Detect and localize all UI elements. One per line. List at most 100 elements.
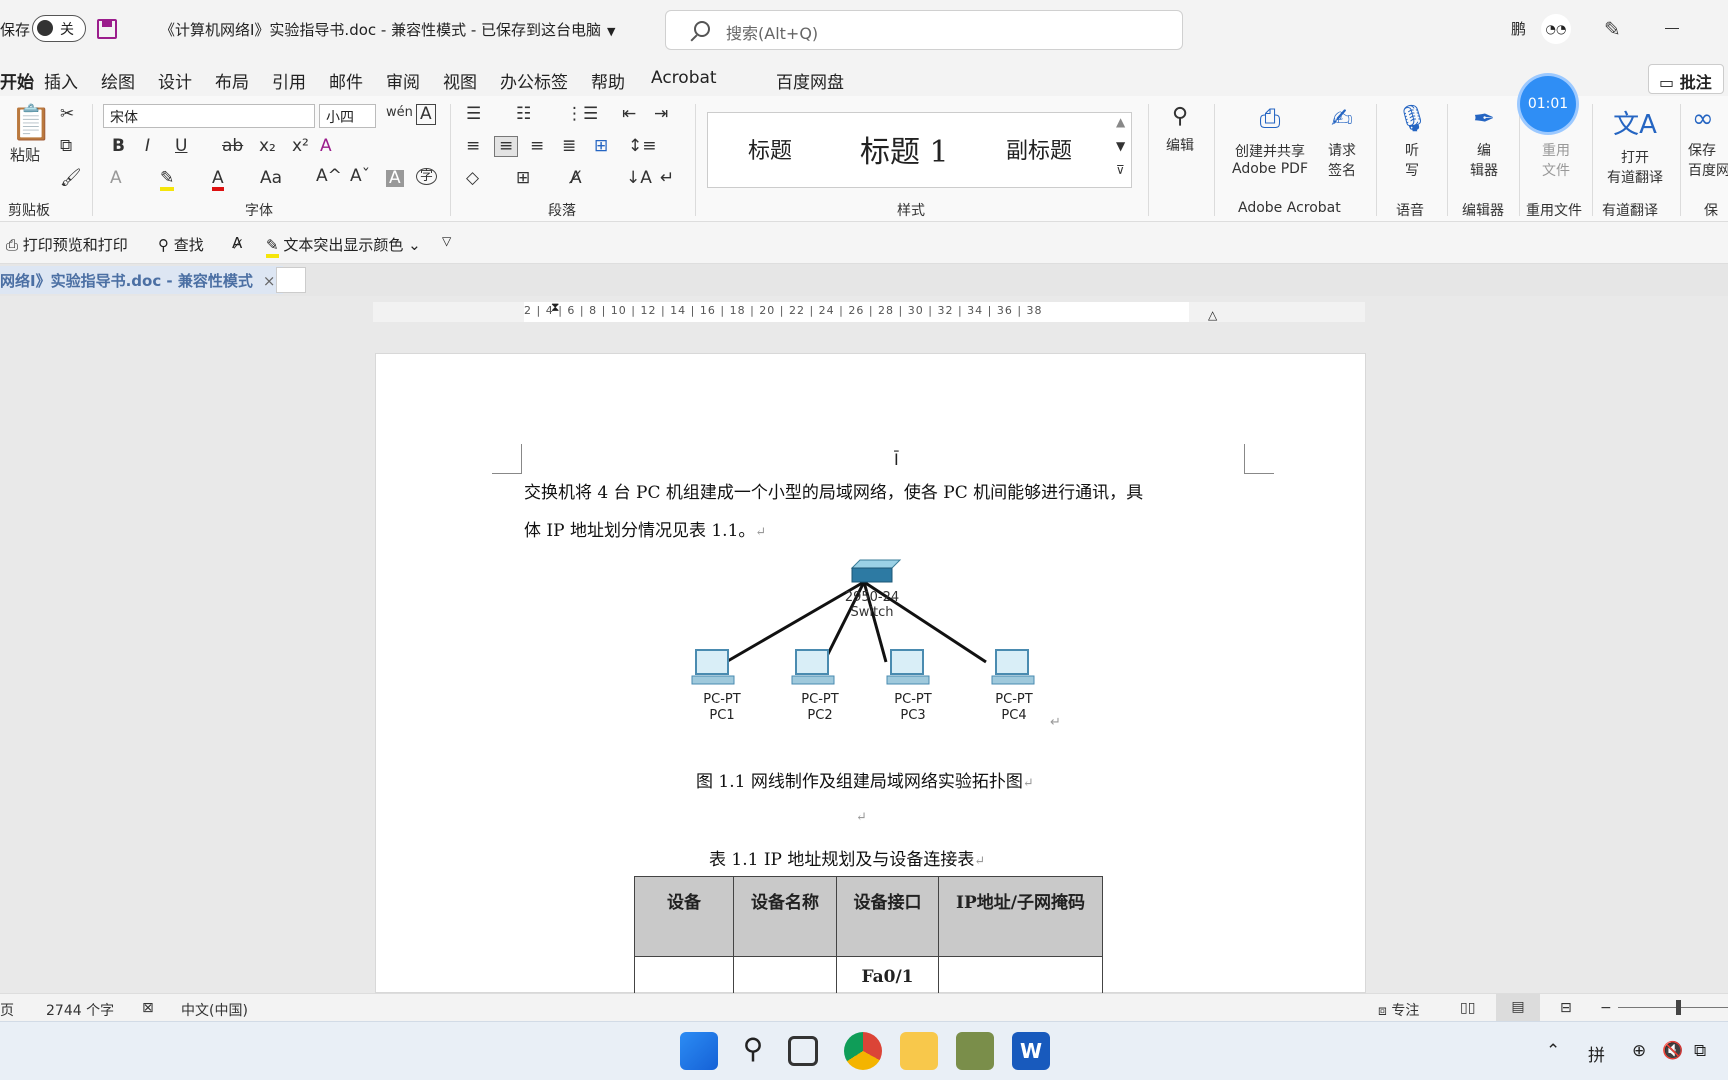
table-header-cell[interactable]: 设备接口 <box>836 876 939 957</box>
minimize-button[interactable] <box>1665 28 1679 29</box>
page-indicator[interactable]: 页 <box>0 1000 14 1020</box>
save-icon[interactable] <box>97 19 117 39</box>
multilevel-list-icon[interactable]: ⋮☰ <box>566 106 598 123</box>
request-signature-button[interactable]: ✍ 请求 签名 <box>1322 104 1362 180</box>
windows-start-icon[interactable] <box>680 1032 718 1070</box>
copy-icon[interactable]: ⧉ <box>60 138 72 155</box>
focus-button[interactable]: ⧈ 专注 <box>1378 1000 1419 1020</box>
tab-draw[interactable]: 绘图 <box>101 68 135 93</box>
indent-marker-icon[interactable]: ⧗ <box>551 300 559 315</box>
change-case-icon[interactable]: Aa <box>260 170 282 187</box>
style-subtitle[interactable]: 副标题 <box>1006 133 1072 165</box>
zoom-slider[interactable] <box>1618 1007 1728 1008</box>
proofing-icon[interactable]: ⊠ <box>142 1000 154 1016</box>
search-icon[interactable]: ⚲ <box>734 1032 772 1070</box>
user-name[interactable]: 鹏 <box>1511 18 1526 39</box>
tab-help[interactable]: 帮助 <box>591 68 625 93</box>
phonetic-guide-icon[interactable]: wén <box>386 106 413 119</box>
styles-scroll-down-icon[interactable]: ▼ <box>1116 140 1125 152</box>
word-count[interactable]: 2744 个字 <box>46 1000 114 1020</box>
find-button[interactable]: ⚲ 查找 <box>158 234 204 255</box>
document-page[interactable]: Ī 交换机将 4 台 PC 机组建成一个小型的局域网络，使各 PC 机间能够进行… <box>375 353 1366 997</box>
tab-mailings[interactable]: 邮件 <box>329 68 363 93</box>
increase-indent-icon[interactable]: ⇥ <box>654 106 668 123</box>
word-icon[interactable]: W <box>1012 1032 1050 1070</box>
clear-format-icon[interactable]: A <box>320 138 332 155</box>
bold-icon[interactable]: B <box>112 138 125 155</box>
underline-icon[interactable]: U <box>175 138 187 155</box>
chrome-icon[interactable] <box>844 1032 882 1070</box>
tab-baidu-netdisk[interactable]: 百度网盘 <box>776 68 844 93</box>
line-spacing-icon[interactable]: ↕≡ <box>628 138 657 155</box>
table-cell[interactable] <box>733 956 837 997</box>
document-title[interactable]: 《计算机网络I》实验指导书.doc - 兼容性模式 - 已保存到这台电脑 ▼ <box>160 19 616 40</box>
character-shading-icon[interactable]: A <box>386 170 404 187</box>
highlight-icon[interactable]: ✎ <box>160 170 175 191</box>
print-layout-icon[interactable]: ▤ <box>1496 994 1540 1022</box>
justify-icon[interactable]: ≣ <box>562 138 576 155</box>
comment-button[interactable]: ▭ 批注 <box>1648 64 1724 94</box>
tab-layout[interactable]: 布局 <box>215 68 249 93</box>
text-effects-icon[interactable]: A <box>110 170 122 187</box>
editor-button[interactable]: ✒ 编 辑器 <box>1464 104 1504 180</box>
tab-design[interactable]: 设计 <box>158 68 192 93</box>
italic-icon[interactable]: I <box>145 138 150 155</box>
highlight-color-button[interactable]: ✎ 文本突出显示颜色 ⌄ <box>266 234 421 258</box>
table-cell[interactable] <box>938 956 1103 997</box>
search-box[interactable]: 搜索(Alt+Q) <box>665 10 1183 50</box>
file-explorer-icon[interactable] <box>900 1032 938 1070</box>
right-indent-icon[interactable]: △ <box>1208 308 1217 322</box>
enclose-characters-icon[interactable]: 字 <box>416 168 438 185</box>
strikethrough-icon[interactable]: ab <box>222 138 243 155</box>
autosave-toggle[interactable]: 关 <box>32 15 86 42</box>
task-view-icon[interactable] <box>788 1036 818 1066</box>
figure-caption[interactable]: 图 1.1 网线制作及组建局域网络实验拓扑图↵ <box>696 767 1034 792</box>
edit-button[interactable]: ⚲ 编辑 <box>1160 104 1200 155</box>
character-border-icon[interactable]: A <box>416 104 436 125</box>
read-mode-icon[interactable]: ▯▯ <box>1460 1000 1475 1016</box>
styles-scroll-up-icon[interactable]: ▲ <box>1116 116 1125 128</box>
format-painter-icon[interactable]: 🖌 <box>60 170 82 187</box>
zoom-out-icon[interactable]: − <box>1600 1000 1612 1016</box>
paragraph-line-2[interactable]: 体 IP 地址划分情况见表 1.1。↵ <box>524 512 766 552</box>
close-icon[interactable]: × <box>263 272 276 290</box>
table-header-cell[interactable]: IP地址/子网掩码 <box>938 876 1103 957</box>
subscript-icon[interactable]: x₂ <box>259 138 276 155</box>
save-baidu-button[interactable]: ∞ 保存 百度网 <box>1688 104 1728 180</box>
topology-diagram[interactable]: 2950-24 Switch PC-PT PC1 PC-PT PC2 PC-PT… <box>686 554 1066 734</box>
align-right-icon[interactable]: ≡ <box>530 138 544 155</box>
table-header-cell[interactable]: 设备 <box>634 876 734 957</box>
borders-icon[interactable]: ⊞ <box>516 170 530 187</box>
asian-layout-icon[interactable]: A̸ <box>570 170 582 187</box>
font-size-select[interactable]: 小四 <box>319 104 376 128</box>
table-caption[interactable]: 表 1.1 IP 地址规划及与设备连接表↵ <box>709 845 985 870</box>
decrease-indent-icon[interactable]: ⇤ <box>622 106 636 123</box>
chevron-up-icon[interactable]: ⌃ <box>1546 1041 1560 1061</box>
grow-font-icon[interactable]: A^ <box>316 168 342 185</box>
recording-timer[interactable]: 01:01 <box>1520 76 1576 132</box>
volume-icon[interactable]: 🔇 <box>1662 1041 1683 1061</box>
table-cell[interactable] <box>634 956 734 997</box>
tab-view[interactable]: 视图 <box>443 68 477 93</box>
web-layout-icon[interactable]: ⊟ <box>1560 1000 1572 1016</box>
table-header-cell[interactable]: 设备名称 <box>733 876 837 957</box>
tab-insert[interactable]: 插入 <box>44 68 78 93</box>
table-cell[interactable]: Fa0/1 <box>836 956 939 997</box>
dictate-button[interactable]: 🎙 听 写 <box>1394 104 1430 180</box>
font-color-icon[interactable]: A <box>212 170 224 191</box>
pen-icon[interactable]: ✎ <box>1604 17 1621 41</box>
tab-review[interactable]: 审阅 <box>386 68 420 93</box>
empty-paragraph[interactable]: ↵ <box>856 806 867 826</box>
tab-office-tabs[interactable]: 办公标签 <box>500 68 568 93</box>
align-center-icon[interactable]: ≡ <box>494 136 519 157</box>
app-icon[interactable] <box>956 1032 994 1070</box>
ip-table[interactable]: 设备 设备名称 设备接口 IP地址/子网掩码 Fa0/1 <box>634 876 1103 997</box>
avatar[interactable]: ◔◔ <box>1541 14 1571 44</box>
create-pdf-button[interactable]: ⎙ 创建并共享 Adobe PDF <box>1222 104 1318 177</box>
sort-icon[interactable]: ↓A <box>626 170 652 187</box>
youdao-translate-button[interactable]: 文A 打开 有道翻译 <box>1600 104 1670 187</box>
align-left-icon[interactable]: ≡ <box>466 138 480 155</box>
numbering-icon[interactable]: ☷ <box>516 106 531 123</box>
tab-acrobat[interactable]: Acrobat <box>651 68 717 88</box>
print-preview-button[interactable]: ⎙ 打印预览和打印 <box>6 234 128 255</box>
